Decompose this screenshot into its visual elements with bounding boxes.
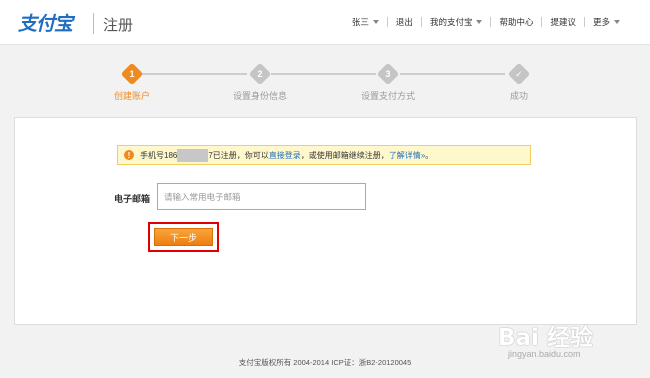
masked-phone-digits xyxy=(177,148,209,162)
page-header: 支付宝 注册 张三 退出 我的支付宝 帮助中心 提建议 更多 xyxy=(0,0,650,45)
top-navigation: 张三 退出 我的支付宝 帮助中心 提建议 更多 xyxy=(344,16,628,28)
notice-registered-text: 7已注册，你可以 xyxy=(208,150,269,160)
watermark-logo: Bai 经验 xyxy=(498,325,593,351)
step-1-label: 创建账户 xyxy=(113,91,151,101)
next-button-highlight: 下一步 xyxy=(148,222,219,252)
next-step-button[interactable]: 下一步 xyxy=(154,228,213,246)
chevron-down-icon xyxy=(614,20,620,24)
step-2-number: 2 xyxy=(257,69,263,79)
watermark-url: jingyan.baidu.com xyxy=(508,349,581,359)
step-3-label: 设置支付方式 xyxy=(360,91,416,101)
phone-registered-notice: ! 手机号186 7已注册，你可以 直接登录 ，或使用邮箱继续注册， 了解详情»… xyxy=(117,145,531,165)
nav-help-link[interactable]: 帮助中心 xyxy=(491,16,541,28)
logo-text: 支付宝 xyxy=(18,12,73,35)
chevron-down-icon xyxy=(476,20,483,24)
learn-more-link[interactable]: 了解详情» xyxy=(389,150,425,161)
baidu-jingyan-watermark: Bai 经验 jingyan.baidu.com xyxy=(498,318,640,368)
step-4-label: 成功 xyxy=(509,91,529,101)
chevron-down-icon xyxy=(372,20,379,24)
notice-period: 。 xyxy=(425,150,434,160)
check-icon: ✓ xyxy=(515,69,523,79)
progress-connector xyxy=(271,73,376,75)
progress-connector xyxy=(400,73,505,75)
nav-user-label: 张三 xyxy=(351,17,369,27)
nav-help-label: 帮助中心 xyxy=(499,17,534,27)
nav-my-alipay-label: 我的支付宝 xyxy=(429,17,473,27)
nav-logout-link[interactable]: 退出 xyxy=(388,16,421,28)
email-field[interactable] xyxy=(157,183,366,210)
warning-icon: ! xyxy=(124,150,134,160)
logo-divider xyxy=(93,13,94,34)
nav-my-alipay-menu[interactable]: 我的支付宝 xyxy=(422,16,491,28)
step-3-number: 3 xyxy=(385,69,391,79)
registration-progress: 1 创建账户 2 设置身份信息 3 设置支付方式 ✓ 成功 xyxy=(0,62,650,108)
notice-phone-prefix: 手机号186 xyxy=(140,150,178,160)
step-1-number: 1 xyxy=(129,69,135,79)
email-label: 电子邮箱 xyxy=(114,194,151,204)
nav-feedback-link[interactable]: 提建议 xyxy=(542,16,584,28)
step-2-label: 设置身份信息 xyxy=(232,91,288,101)
notice-email-text: ，或使用邮箱继续注册， xyxy=(300,150,389,160)
alipay-logo[interactable]: 支付宝 xyxy=(18,10,73,35)
nav-feedback-label: 提建议 xyxy=(550,17,576,27)
nav-more-label: 更多 xyxy=(592,17,610,27)
nav-more-menu[interactable]: 更多 xyxy=(585,16,628,28)
learn-more-label: 了解详情 xyxy=(388,150,421,160)
registration-card: ! 手机号186 7已注册，你可以 直接登录 ，或使用邮箱继续注册， 了解详情»… xyxy=(14,117,637,325)
direct-login-link[interactable]: 直接登录 xyxy=(269,150,301,161)
nav-logout-label: 退出 xyxy=(395,17,413,27)
page-title: 注册 xyxy=(103,17,134,34)
progress-connector xyxy=(142,73,247,75)
nav-user-menu[interactable]: 张三 xyxy=(344,16,387,28)
